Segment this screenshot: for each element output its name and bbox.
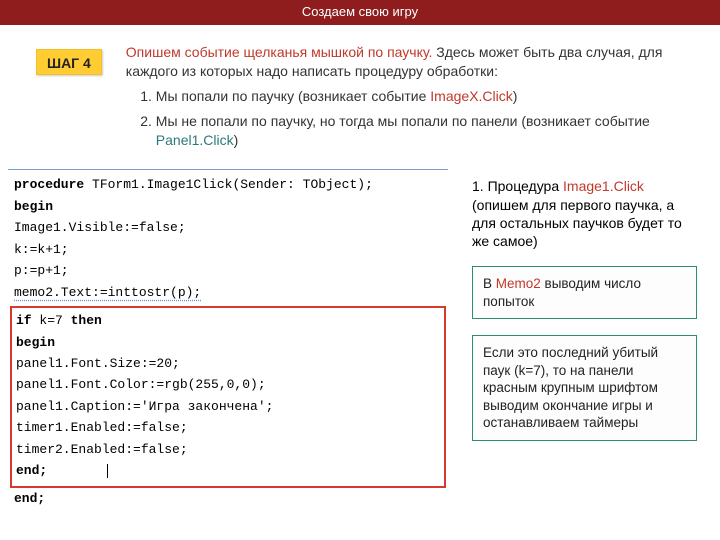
- code-line: Image1.Visible:=false;: [8, 217, 448, 238]
- code-line: begin: [8, 196, 448, 217]
- list-item: Мы не попали по паучку, но тогда мы попа…: [156, 112, 690, 150]
- text: В: [483, 276, 496, 291]
- code-highlight-box: if k=7 then begin panel1.Font.Size:=20; …: [10, 306, 446, 488]
- list-text: Мы не попали по паучку, но тогда мы попа…: [156, 113, 650, 129]
- list-text: ): [234, 132, 239, 148]
- list-item: Мы попали по паучку (возникает событие I…: [156, 87, 690, 106]
- text: 1. Процедура: [472, 178, 563, 194]
- note-box-2: Если это последний убитый паук (k=7), то…: [472, 335, 697, 441]
- code-text: k=7: [32, 313, 71, 328]
- code-kw: procedure: [14, 177, 84, 192]
- text: (опишем для первого паучка, а для осталь…: [472, 197, 682, 249]
- code-kw: then: [71, 313, 102, 328]
- case-list: Мы попали по паучку (возникает событие I…: [126, 87, 690, 150]
- slide-header: Создаем свою игру: [0, 0, 720, 25]
- event-name: Panel1.Click: [156, 132, 234, 148]
- code-line: timer2.Enabled:=false;: [12, 439, 444, 460]
- procedure-name: Image1.Click: [563, 178, 644, 194]
- slide-title: Создаем свою игру: [302, 4, 418, 19]
- intro-paragraph: Опишем событие щелканья мышкой по паучку…: [126, 43, 690, 81]
- right-intro: 1. Процедура Image1.Click (опишем для пе…: [472, 177, 698, 250]
- code-line: panel1.Font.Size:=20;: [12, 353, 444, 374]
- note-box-1: В Memo2 выводим число попыток: [472, 266, 697, 319]
- code-line: end;: [12, 460, 444, 481]
- upper-section: ШАГ 4 Опишем событие щелканья мышкой по …: [0, 25, 720, 165]
- text-cursor: [107, 464, 108, 478]
- code-line-highlight: memo2.Text:=inttostr(p);: [8, 282, 448, 303]
- code-kw: end;: [16, 463, 47, 478]
- list-text: ): [513, 88, 518, 104]
- code-line: end;: [8, 488, 448, 509]
- code-box: procedure TForm1.Image1Click(Sender: TOb…: [8, 169, 448, 509]
- code-line: k:=k+1;: [8, 239, 448, 260]
- lower-section: procedure TForm1.Image1Click(Sender: TOb…: [0, 165, 720, 509]
- intro-highlight: Опишем событие щелканья мышкой по паучку…: [126, 44, 433, 60]
- upper-body: Опишем событие щелканья мышкой по паучку…: [126, 43, 690, 155]
- list-text: Мы попали по паучку (возникает событие: [156, 88, 430, 104]
- code-line: panel1.Caption:='Игра закончена';: [12, 396, 444, 417]
- text: Если это последний убитый паук (k=7), то…: [483, 345, 658, 430]
- code-kw: if: [16, 313, 32, 328]
- code-line: panel1.Font.Color:=rgb(255,0,0);: [12, 374, 444, 395]
- memo-name: Memo2: [496, 276, 541, 291]
- step-badge: ШАГ 4: [36, 49, 102, 75]
- code-line: timer1.Enabled:=false;: [12, 417, 444, 438]
- code-text: TForm1.Image1Click(Sender: TObject);: [84, 177, 373, 192]
- code-line: begin: [12, 332, 444, 353]
- event-name: ImageX.Click: [430, 88, 512, 104]
- step-label: ШАГ 4: [47, 55, 91, 71]
- code-line: procedure TForm1.Image1Click(Sender: TOb…: [8, 174, 448, 195]
- right-column: 1. Процедура Image1.Click (опишем для пе…: [472, 169, 698, 509]
- code-line: p:=p+1;: [8, 260, 448, 281]
- code-line: if k=7 then: [12, 310, 444, 331]
